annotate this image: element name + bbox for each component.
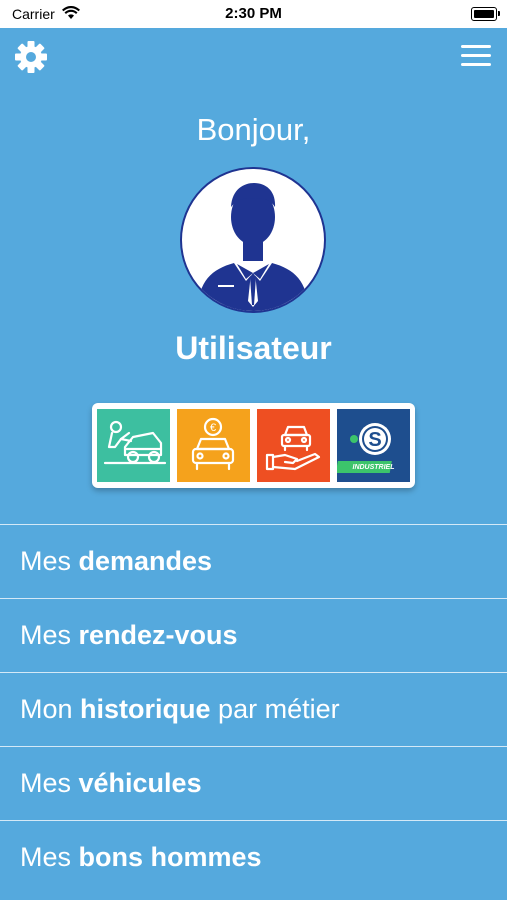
clock: 2:30 PM — [225, 5, 282, 22]
battery-icon — [471, 7, 500, 21]
menu-item-historique[interactable]: Mon historique par métier — [0, 672, 507, 746]
menu-item-label: Mes demandes — [20, 546, 213, 576]
hamburger-menu-icon[interactable] — [461, 45, 491, 67]
menu-item-demandes[interactable]: Mes demandes — [0, 524, 507, 598]
status-bar: Carrier 2:30 PM — [0, 0, 507, 28]
avatar[interactable] — [180, 167, 326, 313]
greeting-text: Bonjour, — [196, 112, 311, 147]
svg-text:€: € — [210, 422, 216, 434]
menu-item-label: Mes bons hommes — [20, 842, 262, 872]
username-label: Utilisateur — [175, 330, 332, 366]
service-mechanic-tile[interactable] — [97, 409, 170, 482]
menu-item-label: Mon historique par métier — [20, 694, 340, 724]
menu-item-bons-hommes[interactable]: Mes bons hommes — [0, 820, 507, 894]
menu-item-label: Mes véhicules — [20, 768, 202, 798]
svg-text:S: S — [368, 429, 381, 451]
car-hand-icon — [265, 425, 321, 471]
user-silhouette-icon — [198, 183, 308, 311]
service-car-hand-tile[interactable] — [257, 409, 330, 482]
services-panel: € S INDUSTRIEL — [92, 403, 415, 488]
service-s-industriel-tile[interactable]: S INDUSTRIEL — [335, 409, 410, 482]
menu-item-rendez-vous[interactable]: Mes rendez-vous — [0, 598, 507, 672]
main-menu: Mes demandes Mes rendez-vous Mon histori… — [0, 524, 507, 894]
car-euro-icon: € — [191, 417, 235, 471]
mechanic-car-icon — [103, 420, 167, 465]
service-car-euro-tile[interactable]: € — [177, 409, 250, 482]
gear-icon[interactable] — [14, 40, 48, 74]
industriel-label: INDUSTRIEL — [352, 464, 395, 471]
menu-item-label: Mes rendez-vous — [20, 620, 238, 650]
s-industriel-logo: S — [335, 423, 392, 473]
menu-item-vehicules[interactable]: Mes véhicules — [0, 746, 507, 820]
